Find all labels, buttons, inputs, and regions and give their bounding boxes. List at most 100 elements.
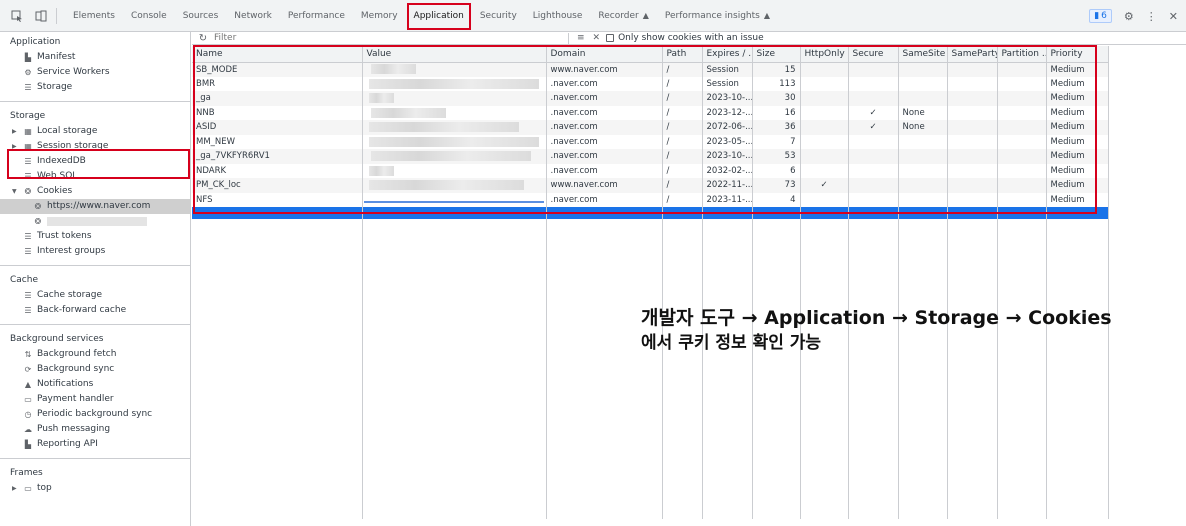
sidebar-item-cookie-naver[interactable]: ❂ https://www.naver.com [0,199,190,214]
sidebar-item-label: Interest groups [37,246,106,256]
tab-label: Elements [73,10,115,21]
cookie-icon: ❂ [34,202,42,211]
tab-memory[interactable]: Memory [353,0,406,32]
filler-cell [848,219,899,519]
database-icon: ☰ [24,83,32,92]
up-down-arrows-icon: ⇅ [24,350,32,359]
sidebar-item-push-messaging[interactable]: ☁ Push messaging [0,422,190,437]
tab-sources[interactable]: Sources [175,0,227,32]
bell-icon: ▲ [24,380,32,389]
clock-icon: ◷ [24,410,32,419]
sidebar-item-label: Local storage [37,126,98,136]
filler-cell [192,219,363,519]
sidebar-item-service-workers[interactable]: ⚙ Service Workers [0,65,190,80]
tab-application[interactable]: Application [406,0,472,32]
expand-arrow-icon[interactable]: ▶ [12,124,22,139]
devtools-tab-bar: Elements Console Sources Network Perform… [0,0,1186,32]
sidebar-section-cache: Cache [10,275,38,285]
tab-label: Memory [360,10,398,21]
experimental-flask-icon: ▲ [642,11,649,20]
sync-icon: ⟳ [24,365,32,374]
expand-arrow-icon[interactable]: ▶ [12,481,22,496]
cookie-icon: ❂ [24,187,32,196]
inspect-element-icon[interactable] [10,9,24,23]
sidebar-item-background-sync[interactable]: ⟳ Background sync [0,362,190,377]
sidebar-section-frames: Frames [10,468,43,478]
sidebar-item-storage[interactable]: ☰ Storage [0,80,190,95]
sidebar-item-cookies[interactable]: ▼ ❂ Cookies [0,184,190,199]
cookies-table-highlight-box [193,45,1097,214]
annotation-line-2: 에서 쿠키 정보 확인 가능 [641,333,822,353]
sidebar-divider [0,265,190,266]
tab-recorder[interactable]: Recorder ▲ [590,0,657,32]
sidebar-item-label: Trust tokens [37,231,92,241]
tab-label: Performance insights [664,10,760,21]
sidebar-item-cookie-redacted[interactable]: ❂ [0,214,190,229]
application-sidebar: Application ▙ Manifest ⚙ Service Workers ☰… [0,32,191,526]
sidebar-item-label: Cache storage [37,290,103,300]
only-issues-label: Only show cookies with an issue [618,33,764,43]
sidebar-item-payment-handler[interactable]: ▭ Payment handler [0,392,190,407]
sidebar-item-label: Payment handler [37,394,114,404]
cloud-icon: ☁ [24,425,32,434]
filler-cell [947,219,998,519]
frame-icon: ▭ [24,484,32,493]
clear-filtered-icon[interactable]: ≡ [577,33,585,43]
sidebar-item-cache-storage[interactable]: ☰ Cache storage [0,288,190,303]
redacted-domain [47,217,147,226]
more-options-icon[interactable]: ⋮ [1146,10,1157,23]
tab-performance-insights[interactable]: Performance insights ▲ [657,0,778,32]
application-tab-highlight [406,2,471,30]
filler-cell [800,219,849,519]
sidebar-section-application: Application [10,37,61,47]
sidebar-item-trust-tokens[interactable]: ☰ Trust tokens [0,229,190,244]
sidebar-item-label: https://www.naver.com [47,201,151,211]
value-cell-focus-line [364,201,544,203]
sidebar-item-label: Storage [37,82,73,92]
close-icon[interactable]: ✕ [1169,10,1178,23]
tab-console[interactable]: Console [123,0,175,32]
refresh-icon[interactable]: ↻ [192,33,214,44]
filler-cell [546,219,663,519]
table-filler-row [192,219,1109,519]
device-toolbar-icon[interactable] [34,9,48,23]
settings-gear-icon[interactable]: ⚙ [1124,10,1134,23]
sidebar-item-back-forward-cache[interactable]: ☰ Back-forward cache [0,303,190,318]
sidebar-item-label: Periodic background sync [37,409,153,419]
sidebar-item-label: Notifications [37,379,94,389]
sidebar-item-background-fetch[interactable]: ⇅ Background fetch [0,347,190,362]
sidebar-item-label: Service Workers [37,67,110,77]
tab-lighthouse[interactable]: Lighthouse [525,0,591,32]
sidebar-item-notifications[interactable]: ▲ Notifications [0,377,190,392]
sidebar-item-reporting-api[interactable]: ▙ Reporting API [0,437,190,452]
issues-badge[interactable]: ▮ 6 [1089,9,1112,23]
sidebar-item-periodic-background-sync[interactable]: ◷ Periodic background sync [0,407,190,422]
tab-network[interactable]: Network [226,0,280,32]
tab-label: Network [234,10,272,21]
cookie-filter-bar: ↻ ≡ ✕ Only show cookies with an issue [192,32,1186,45]
collapse-arrow-icon[interactable]: ▼ [12,184,22,199]
tab-label: Performance [287,10,345,21]
sidebar-item-manifest[interactable]: ▙ Manifest [0,50,190,65]
experimental-flask-icon: ▲ [763,11,770,20]
tab-security[interactable]: Security [472,0,525,32]
sidebar-item-label: Background fetch [37,349,117,359]
issues-count: 6 [1101,11,1107,21]
annotation-line-1: 개발자 도구 → Application → Storage → Cookies [641,307,1112,329]
sidebar-item-label: Manifest [37,52,76,62]
issues-icon: ▮ [1094,11,1100,21]
delete-selected-icon[interactable]: ✕ [593,33,601,43]
tab-label: Security [479,10,517,21]
toolbar-divider [568,32,569,44]
tab-elements[interactable]: Elements [65,0,123,32]
filter-input[interactable] [214,32,564,44]
sidebar-item-label: Reporting API [37,439,98,449]
sidebar-item-frame-top[interactable]: ▶ ▭ top [0,481,190,496]
database-icon: ☰ [24,247,32,256]
sidebar-item-local-storage[interactable]: ▶ ▦ Local storage [0,124,190,139]
tab-label: Recorder [598,10,639,21]
database-icon: ☰ [24,232,32,241]
sidebar-item-interest-groups[interactable]: ☰ Interest groups [0,244,190,259]
tab-performance[interactable]: Performance [280,0,353,32]
only-issues-checkbox[interactable] [606,34,615,42]
